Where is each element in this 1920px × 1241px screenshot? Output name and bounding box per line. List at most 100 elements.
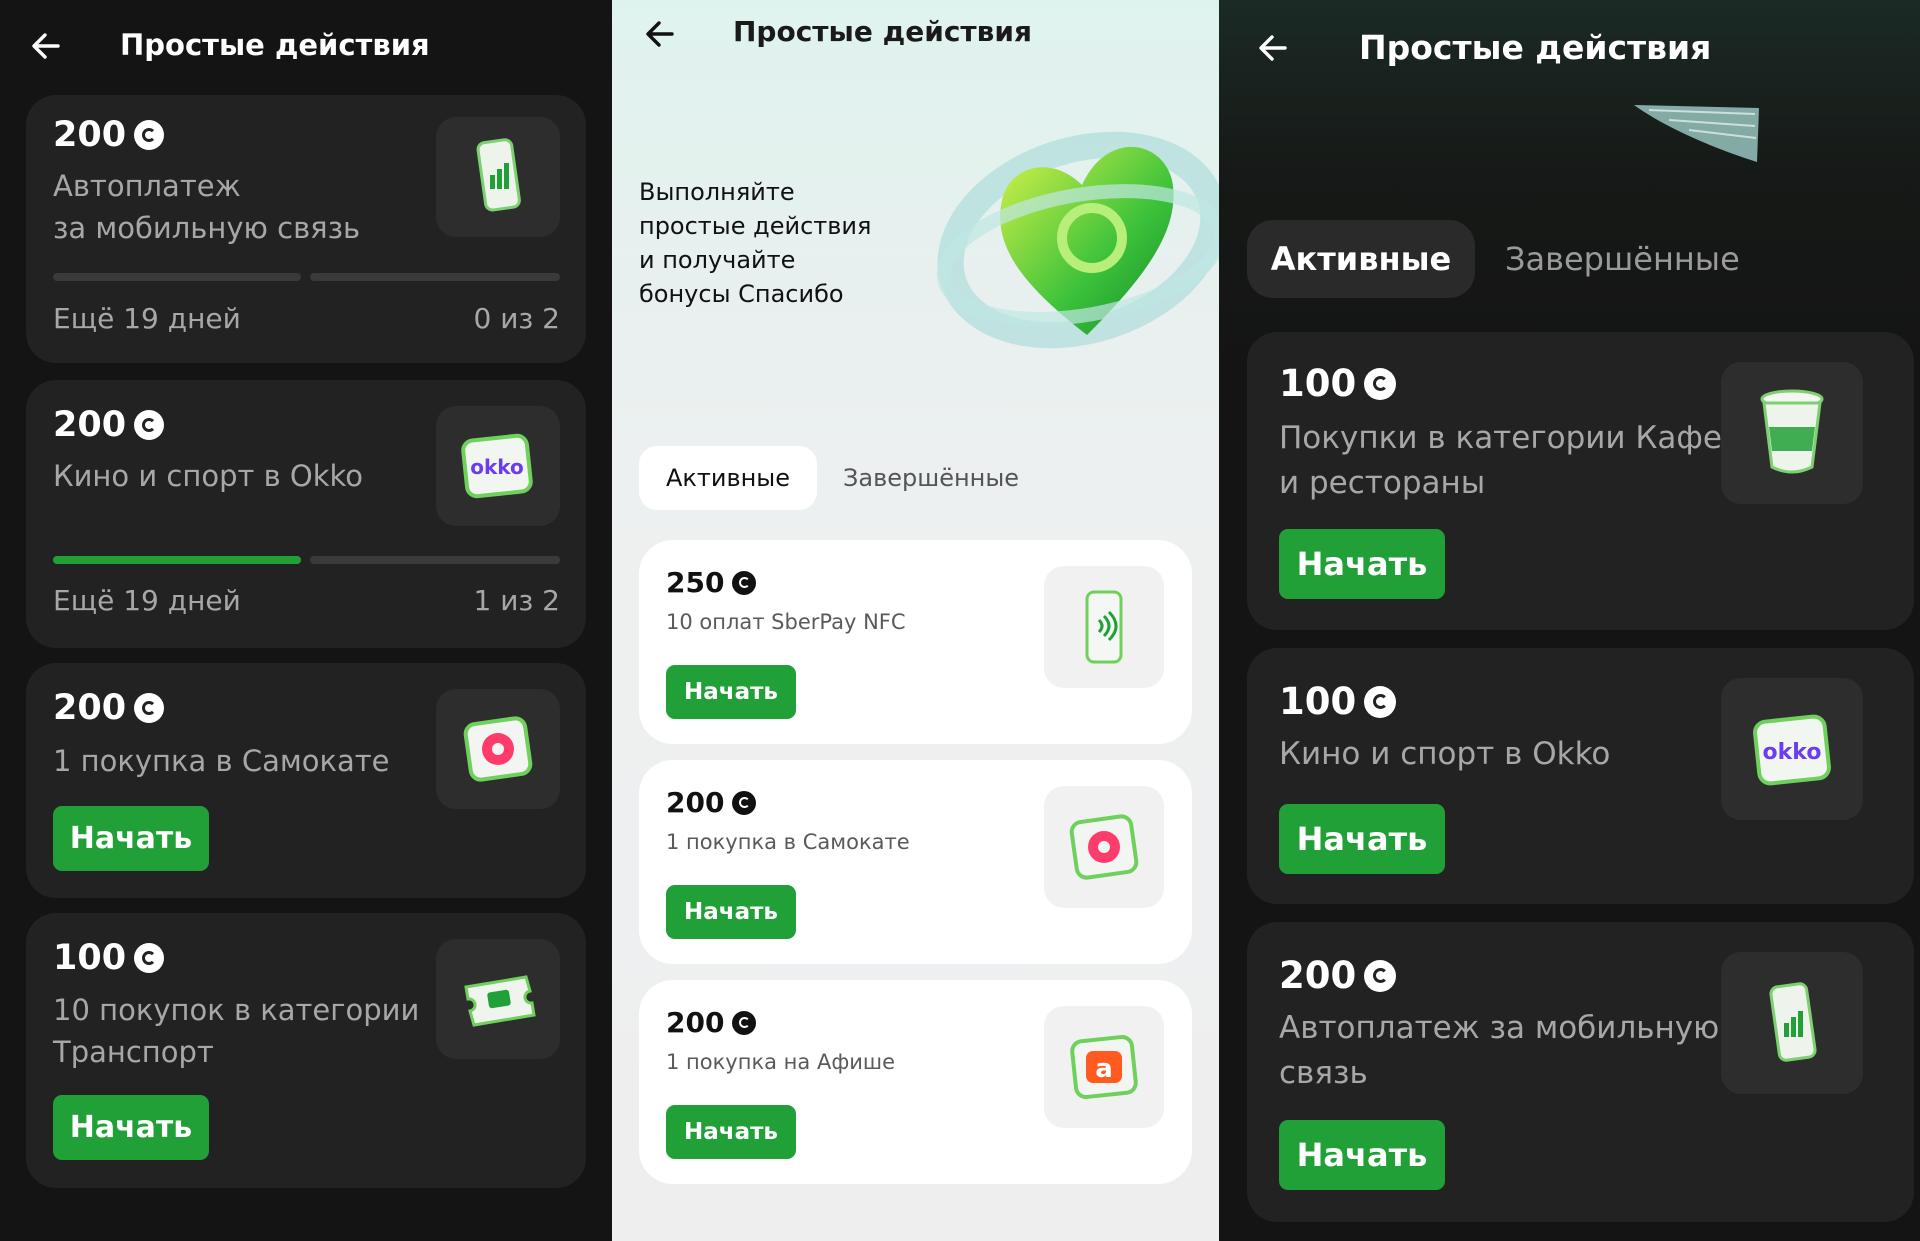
coffee-cup-icon (1721, 362, 1863, 504)
phone-signal-icon (436, 117, 560, 237)
spasibo-coin-icon (732, 790, 757, 815)
task-description-line2: связь (1279, 1054, 1368, 1091)
task-card-samokat[interactable]: 200 1 покупка в Самокате Начать (639, 760, 1192, 964)
bonus-amount: 100 (1279, 680, 1357, 723)
samokat-logo-icon (1044, 786, 1164, 908)
start-button[interactable]: Начать (53, 1095, 209, 1160)
back-arrow-icon[interactable] (642, 16, 678, 52)
progress-segment-2 (310, 273, 560, 281)
bonus-amount: 200 (1279, 954, 1357, 997)
task-card-autopay[interactable]: 200 Автоплатеж за мобильную связь Ещё 19… (26, 95, 586, 363)
coin-inner-mark (738, 576, 751, 589)
phone-signal-icon (1721, 952, 1863, 1094)
status-tabs: Активные Завершённые (1247, 220, 1770, 298)
bonus-amount: 250 (666, 566, 725, 599)
progress-count: 0 из 2 (473, 302, 560, 335)
start-button[interactable]: Начать (53, 806, 209, 871)
task-description: Автоплатеж (53, 169, 241, 203)
screen-light-list: Простые действия Выполняйте простые дейс… (612, 0, 1219, 1241)
task-card-transport[interactable]: 100 10 покупок в категории Транспорт Нач… (26, 913, 586, 1188)
svg-text:okko: okko (1763, 740, 1822, 765)
coin-inner-mark (738, 1016, 751, 1029)
coin-inner-mark (141, 127, 157, 143)
progress-segment-1 (53, 556, 301, 564)
spasibo-coin-icon (732, 1010, 757, 1035)
start-button[interactable]: Начать (1279, 529, 1445, 599)
task-card-okko[interactable]: 100 Кино и спорт в Okko okko Начать (1247, 648, 1914, 904)
task-description: Покупки в категории Кафе (1279, 420, 1722, 456)
task-card-autopay[interactable]: 200 Автоплатеж за мобильную связь Начать (1247, 922, 1914, 1222)
task-card-sberpay[interactable]: 250 10 оплат SberPay NFC Начать (639, 540, 1192, 744)
tab-completed[interactable]: Завершённые (1475, 220, 1770, 298)
bonus-amount: 200 (53, 405, 127, 445)
task-description-line2: за мобильную связь (53, 211, 361, 246)
progress-segment-1 (53, 273, 301, 281)
bonus-amount: 200 (53, 688, 127, 728)
task-description: 1 покупка в Самокате (666, 830, 910, 854)
task-description: 1 покупка в Самокате (53, 744, 390, 778)
progress-segment-2 (310, 556, 560, 564)
task-card-cafe[interactable]: 100 Покупки в категории Кафе и рестораны… (1247, 332, 1914, 630)
page-title: Простые действия (1359, 28, 1712, 67)
spasibo-coin-icon (134, 943, 165, 973)
task-description: 1 покупка на Афише (666, 1050, 896, 1074)
task-description: Кино и спорт в Okko (53, 459, 364, 493)
tab-active[interactable]: Активные (639, 446, 817, 510)
okko-logo-icon: okko (436, 406, 560, 526)
coin-inner-mark (738, 796, 751, 809)
page-title: Простые действия (733, 15, 1032, 48)
days-remaining: Ещё 19 дней (53, 584, 241, 617)
bonus-amount: 200 (666, 786, 725, 819)
coin-inner-mark (141, 700, 157, 716)
tab-active[interactable]: Активные (1247, 220, 1475, 298)
task-description: 10 оплат SberPay NFC (666, 610, 906, 634)
page-title: Простые действия (120, 28, 430, 62)
bonus-amount: 100 (53, 938, 127, 978)
task-card-samokat[interactable]: 200 1 покупка в Самокате Начать (26, 663, 586, 898)
spasibo-coin-icon (732, 570, 757, 595)
spasibo-coin-icon (134, 120, 165, 150)
heart-illustration-icon (936, 131, 1219, 349)
status-tabs: Активные Завершённые (639, 446, 1045, 510)
svg-text:a: a (1095, 1054, 1113, 1084)
days-remaining: Ещё 19 дней (53, 302, 241, 335)
spasibo-coin-icon (1364, 959, 1397, 992)
spasibo-coin-icon (134, 693, 165, 723)
screen-dark-list-tabs: Простые действия Активные Завершённые 10… (1219, 0, 1920, 1241)
task-description: 10 покупок в категории (53, 993, 420, 1027)
task-description: Автоплатеж за мобильную (1279, 1010, 1720, 1046)
task-card-okko[interactable]: 200 Кино и спорт в Okko okko Ещё 19 дней… (26, 380, 586, 648)
tab-completed[interactable]: Завершённые (817, 446, 1045, 510)
ribbon-illustration-icon (1634, 105, 1759, 162)
start-button[interactable]: Начать (1279, 804, 1445, 874)
okko-logo-icon: okko (1721, 678, 1863, 820)
screen-dark-list: Простые действия 200 Автоплатеж за мобил… (0, 0, 612, 1241)
coin-inner-mark (1372, 375, 1388, 392)
task-description-line2: и рестораны (1279, 464, 1486, 501)
start-button[interactable]: Начать (1279, 1120, 1445, 1190)
start-button[interactable]: Начать (666, 1105, 796, 1159)
coin-inner-mark (1372, 967, 1388, 984)
coin-inner-mark (141, 950, 157, 966)
progress-count: 1 из 2 (473, 584, 560, 617)
task-description-line2: Транспорт (53, 1035, 214, 1070)
start-button[interactable]: Начать (666, 665, 796, 719)
bus-ticket-icon (436, 939, 560, 1059)
afisha-logo-icon: a (1044, 1006, 1164, 1128)
promo-text: Выполняйте простые действия и получайте … (639, 178, 872, 308)
spasibo-coin-icon (1364, 685, 1397, 718)
phone-nfc-icon (1044, 566, 1164, 688)
start-button[interactable]: Начать (666, 885, 796, 939)
bonus-amount: 100 (1279, 362, 1357, 405)
task-description: Кино и спорт в Okko (1279, 736, 1611, 772)
spasibo-coin-icon (134, 410, 165, 440)
back-arrow-icon[interactable] (1255, 30, 1291, 66)
coin-inner-mark (1372, 693, 1388, 710)
coin-inner-mark (141, 417, 157, 433)
back-arrow-icon[interactable] (28, 28, 64, 64)
task-card-afisha[interactable]: 200 1 покупка на Афише a Начать (639, 980, 1192, 1184)
spasibo-coin-icon (1364, 367, 1397, 400)
bonus-amount: 200 (53, 115, 127, 155)
bonus-amount: 200 (666, 1006, 725, 1039)
samokat-logo-icon (436, 689, 560, 809)
